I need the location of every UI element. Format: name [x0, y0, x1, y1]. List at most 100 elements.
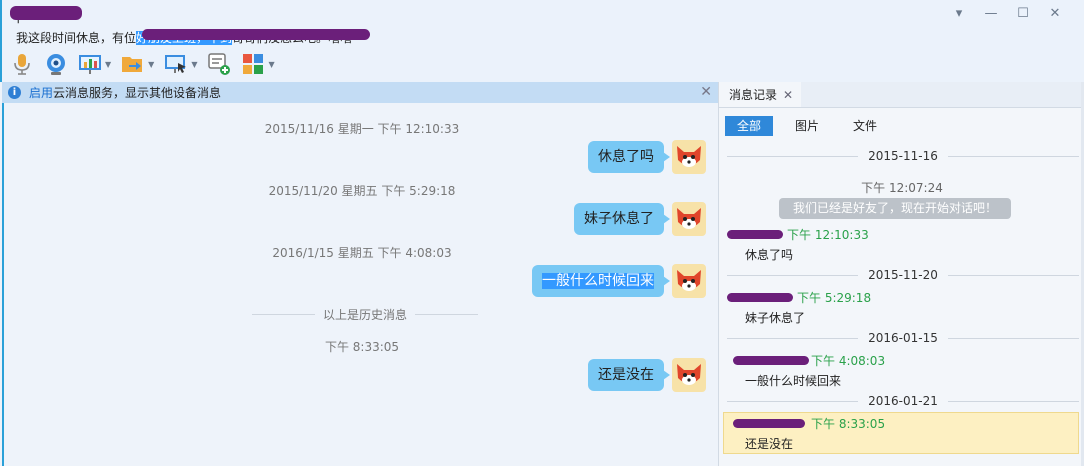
- history-date: 2016-01-15: [868, 331, 938, 345]
- filter-files-button[interactable]: 文件: [841, 116, 889, 136]
- system-message: 我们已经是好友了，现在开始对话吧！: [779, 198, 1011, 219]
- divider-line: [947, 155, 1079, 157]
- presentation-button[interactable]: ▼: [78, 52, 111, 76]
- voice-call-button[interactable]: [10, 52, 34, 76]
- tab-message-history[interactable]: 消息记录 ✕: [719, 82, 801, 108]
- filter-images-button[interactable]: 图片: [783, 116, 831, 136]
- presentation-icon: [78, 52, 102, 76]
- message-bubble[interactable]: 休息了吗: [588, 141, 670, 173]
- divider-line: [252, 314, 315, 315]
- message-row: 一般什么时候回来: [532, 264, 706, 298]
- message-bubble[interactable]: 妹子休息了: [574, 203, 670, 235]
- menu-dropdown-button[interactable]: ▾: [950, 4, 968, 22]
- app-grid-icon: [241, 52, 265, 76]
- message-bubble[interactable]: 还是没在: [588, 359, 670, 391]
- chevron-down-icon[interactable]: ▼: [105, 60, 111, 69]
- history-label: 以上是历史消息: [323, 308, 408, 322]
- create-discussion-icon: [207, 52, 231, 76]
- enable-cloud-link[interactable]: 启用: [29, 84, 53, 101]
- fox-avatar-icon: [677, 364, 701, 385]
- history-message-text[interactable]: 妹子休息了: [745, 309, 805, 326]
- history-message-text[interactable]: 还是没在: [745, 435, 793, 452]
- divider-line: [727, 337, 859, 339]
- divider-line: [947, 400, 1079, 402]
- cloud-message-notice: i 启用 云消息服务，显示其他设备消息 ✕: [2, 82, 718, 103]
- message-timestamp: 下午 8:33:05: [324, 340, 400, 354]
- message-bubble[interactable]: 一般什么时候回来: [532, 265, 670, 297]
- fox-avatar-icon: [677, 270, 701, 291]
- close-button[interactable]: ✕: [1046, 4, 1064, 22]
- history-date: 2015-11-16: [868, 149, 938, 163]
- message-text: 还是没在: [598, 367, 654, 383]
- history-message-text[interactable]: 一般什么时候回来: [745, 372, 841, 389]
- fox-avatar-icon: [677, 208, 701, 229]
- history-date-divider: 2015-11-16: [727, 149, 1079, 163]
- divider-line: [727, 155, 859, 157]
- signature-text: 我这段时间休息，有位: [16, 31, 137, 45]
- history-sender-time: 下午 4:08:03: [811, 354, 886, 368]
- history-date-divider: 2016-01-21: [727, 394, 1079, 408]
- history-system-time: 下午 12:07:24: [861, 181, 943, 195]
- history-divider: 以上是历史消息: [252, 306, 479, 323]
- divider-line: [727, 400, 859, 402]
- divider-line: [947, 274, 1079, 276]
- history-sender-time: 下午 12:10:33: [787, 228, 869, 242]
- message-text: 一般什么时候回来: [542, 273, 654, 289]
- app-center-button[interactable]: ▼: [241, 52, 275, 76]
- tab-strip: [801, 82, 1084, 108]
- history-sender-time: 下午 8:33:05: [811, 417, 886, 431]
- history-message-text[interactable]: 休息了吗: [745, 246, 793, 263]
- chevron-down-icon[interactable]: ▼: [191, 60, 197, 69]
- history-date: 2016-01-21: [868, 394, 938, 408]
- message-row: 休息了吗: [588, 140, 706, 174]
- remote-desktop-icon: [164, 52, 188, 76]
- history-filter-tabs: 全部 图片 文件: [725, 116, 889, 136]
- redaction-mark: [142, 29, 370, 40]
- message-text: 妹子休息了: [584, 211, 654, 227]
- minimize-button[interactable]: —: [982, 4, 1000, 22]
- message-timestamp: 2016/1/15 星期五 下午 4:08:03: [272, 246, 452, 260]
- video-call-button[interactable]: [44, 52, 68, 76]
- video-call-icon: [44, 52, 68, 76]
- message-timestamp: 2015/11/16 星期一 下午 12:10:33: [264, 122, 460, 136]
- chat-header: 下 我这段时间休息，有位好朋友上班，干到哥哥们没怎么吧。嘻嘻 ▾ — ☐ ✕ ▼: [0, 0, 1084, 82]
- message-timestamp: 2015/11/20 星期五 下午 5:29:18: [268, 184, 456, 198]
- avatar[interactable]: [672, 202, 706, 236]
- redaction-mark: [727, 293, 793, 302]
- avatar[interactable]: [672, 140, 706, 174]
- chat-toolbar: ▼ ▼ ▼ ▼: [10, 50, 275, 78]
- avatar[interactable]: [672, 264, 706, 298]
- microphone-icon: [10, 52, 34, 76]
- redaction-mark: [733, 419, 805, 428]
- message-row: 还是没在: [588, 358, 706, 392]
- info-icon: i: [8, 86, 21, 99]
- history-date: 2015-11-20: [868, 268, 938, 282]
- send-file-icon: [121, 52, 145, 76]
- redaction-mark: [733, 356, 809, 365]
- message-history-panel: 消息记录 ✕ 全部 图片 文件 2015-11-16 下午 12:07:24 我…: [718, 82, 1084, 466]
- message-row: 妹子休息了: [574, 202, 706, 236]
- divider-line: [415, 314, 479, 315]
- history-sender-time: 下午 5:29:18: [797, 291, 872, 305]
- notice-text: 云消息服务，显示其他设备消息: [53, 86, 222, 100]
- message-area[interactable]: 2015/11/16 星期一 下午 12:10:33 休息了吗 2015/11/…: [2, 103, 718, 466]
- fox-avatar-icon: [677, 146, 701, 167]
- chevron-down-icon[interactable]: ▼: [268, 60, 274, 69]
- create-discussion-button[interactable]: [207, 52, 231, 76]
- close-icon[interactable]: ✕: [700, 84, 712, 100]
- remote-desktop-button[interactable]: ▼: [164, 52, 197, 76]
- message-text: 休息了吗: [598, 149, 654, 165]
- divider-line: [727, 274, 859, 276]
- maximize-button[interactable]: ☐: [1014, 4, 1032, 22]
- close-icon[interactable]: ✕: [783, 88, 793, 102]
- send-file-button[interactable]: ▼: [121, 52, 154, 76]
- divider-line: [947, 337, 1079, 339]
- redaction-mark: [727, 230, 783, 239]
- chevron-down-icon[interactable]: ▼: [148, 60, 154, 69]
- redaction-mark: [10, 6, 82, 20]
- tab-label: 消息记录: [729, 88, 778, 102]
- history-date-divider: 2016-01-15: [727, 331, 1079, 345]
- filter-all-button[interactable]: 全部: [725, 116, 774, 136]
- avatar[interactable]: [672, 358, 706, 392]
- history-date-divider: 2015-11-20: [727, 268, 1079, 282]
